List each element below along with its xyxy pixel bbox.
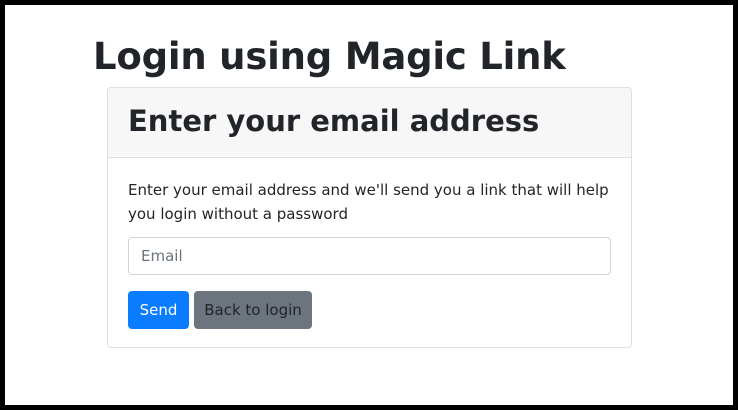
card-body: Enter your email address and we'll send … (108, 158, 631, 329)
form-actions: Send Back to login (128, 291, 611, 329)
page-frame: Login using Magic Link Enter your email … (5, 5, 733, 405)
magic-link-card: Enter your email address Enter your emai… (107, 87, 632, 348)
page-title: Login using Magic Link (93, 35, 566, 78)
card-title: Enter your email address (128, 104, 540, 138)
description-text: Enter your email address and we'll send … (128, 181, 609, 223)
back-to-login-button[interactable]: Back to login (194, 291, 312, 329)
send-button[interactable]: Send (128, 291, 189, 329)
email-input[interactable] (128, 237, 611, 275)
card-header: Enter your email address (108, 88, 631, 158)
